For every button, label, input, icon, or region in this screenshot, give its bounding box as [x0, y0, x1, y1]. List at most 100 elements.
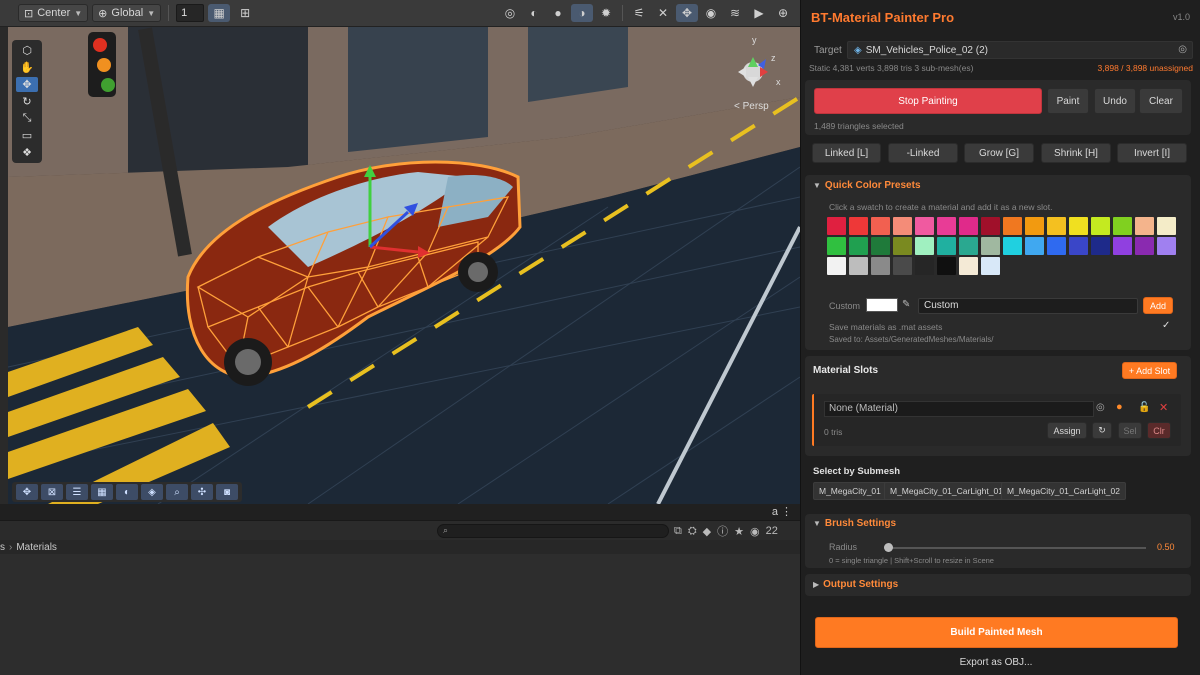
custom-name-input[interactable]: Custom	[918, 298, 1138, 314]
shading-icon[interactable]: ◐	[523, 4, 545, 22]
layers-icon[interactable]: ≋	[724, 4, 746, 22]
rotate-tool-icon[interactable]: ↻	[16, 94, 38, 109]
pivot-dropdown[interactable]: ⊡ Center ▼	[18, 4, 89, 22]
circle-icon[interactable]: ◐	[116, 484, 138, 500]
save-materials-checkbox[interactable]: ✓	[1162, 320, 1170, 331]
clr-button[interactable]: Clr	[1147, 422, 1171, 439]
color-swatch-4[interactable]	[915, 217, 934, 235]
export-obj-link[interactable]: Export as OBJ...	[800, 657, 1192, 668]
refresh-icon[interactable]: ↻	[1092, 422, 1112, 439]
camera-mode-label[interactable]: < Persp	[734, 101, 769, 112]
color-swatch-22[interactable]	[959, 237, 978, 255]
color-swatch-29[interactable]	[1113, 237, 1132, 255]
radius-slider[interactable]	[884, 543, 1146, 552]
color-swatch-37[interactable]	[937, 257, 956, 275]
color-swatch-34[interactable]	[871, 257, 890, 275]
draw-mode-icon[interactable]: ◎	[499, 4, 521, 22]
search-icon[interactable]: ⌕	[166, 484, 188, 500]
object-picker-icon[interactable]: ◎	[1096, 402, 1105, 413]
eyedropper-icon[interactable]: ✎	[902, 299, 910, 310]
color-swatch-30[interactable]	[1135, 237, 1154, 255]
remove-slot-icon[interactable]: ✕	[1159, 401, 1168, 414]
transform-tool-icon[interactable]: ❖	[16, 145, 38, 160]
color-swatch-8[interactable]	[1003, 217, 1022, 235]
color-swatch-7[interactable]	[981, 217, 1000, 235]
lock-icon[interactable]: 🔓	[1138, 402, 1150, 413]
hand-tool-icon[interactable]: ✋	[16, 60, 38, 75]
color-swatch-5[interactable]	[937, 217, 956, 235]
color-swatch-3[interactable]	[893, 217, 912, 235]
add-custom-button[interactable]: Add	[1143, 297, 1173, 314]
color-swatch-26[interactable]	[1047, 237, 1066, 255]
gizmos-icon[interactable]: ⊕	[772, 4, 794, 22]
color-swatch-39[interactable]	[981, 257, 1000, 275]
color-swatch-10[interactable]	[1047, 217, 1066, 235]
snap-value-field[interactable]: 1	[176, 4, 205, 22]
breadcrumb-current[interactable]: Materials	[16, 542, 57, 553]
color-swatch-31[interactable]	[1157, 237, 1176, 255]
view-cube-icon[interactable]: ⬡	[16, 43, 38, 58]
visibility-icon[interactable]: ◉	[750, 525, 760, 538]
audio-icon[interactable]: ⚟	[628, 4, 650, 22]
type-filter-icon[interactable]: ⛭	[688, 525, 697, 538]
color-swatch-1[interactable]	[849, 217, 868, 235]
output-settings-header[interactable]: ▶ Output Settings	[805, 579, 898, 590]
color-swatch-23[interactable]	[981, 237, 1000, 255]
submesh-chip-1[interactable]: M_MegaCity_01_CarLight_01	[884, 482, 1009, 500]
color-swatch-27[interactable]	[1069, 237, 1088, 255]
add-slot-button[interactable]: + Add Slot	[1122, 362, 1177, 379]
rect-tool-icon[interactable]: ▭	[16, 128, 38, 143]
paint-button[interactable]: Paint	[1047, 88, 1089, 114]
color-swatch-24[interactable]	[1003, 237, 1022, 255]
color-swatch-32[interactable]	[827, 257, 846, 275]
color-swatch-18[interactable]	[871, 237, 890, 255]
sel-button[interactable]: Sel	[1118, 422, 1142, 439]
color-swatch-17[interactable]	[849, 237, 868, 255]
object-picker-icon[interactable]: ◎	[1178, 44, 1187, 55]
color-swatch-11[interactable]	[1069, 217, 1088, 235]
scene-filter-icon[interactable]: ⧉	[674, 525, 682, 538]
color-swatch-33[interactable]	[849, 257, 868, 275]
breadcrumb-parent[interactable]: s	[0, 542, 5, 553]
assign-button[interactable]: Assign	[1047, 422, 1087, 439]
color-swatch-0[interactable]	[827, 217, 846, 235]
target-object-field[interactable]: ◈ SM_Vehicles_Police_02 (2) ◎	[847, 41, 1193, 59]
custom-color-field[interactable]	[866, 298, 898, 312]
project-search-input[interactable]: ⌕	[437, 524, 669, 538]
color-swatch-6[interactable]	[959, 217, 978, 235]
color-swatch-21[interactable]	[937, 237, 956, 255]
visibility-icon[interactable]: ◉	[700, 4, 722, 22]
color-swatch-38[interactable]	[959, 257, 978, 275]
scale-tool-icon[interactable]: ⤡	[16, 111, 38, 126]
color-swatch-20[interactable]	[915, 237, 934, 255]
surface-icon[interactable]: ◈	[141, 484, 163, 500]
clear-button[interactable]: Clear	[1139, 88, 1183, 114]
move-tool-icon[interactable]: ✥	[16, 77, 38, 92]
info-icon[interactable]: ⓘ	[717, 523, 728, 539]
effects-icon[interactable]: ✕	[652, 4, 674, 22]
grow-button[interactable]: Grow [G]	[964, 143, 1034, 163]
lock-menu-icon[interactable]: a ⋮	[772, 505, 792, 518]
space-dropdown[interactable]: ⊕ Global ▼	[92, 4, 162, 22]
color-swatch-25[interactable]	[1025, 237, 1044, 255]
move-icon[interactable]: ✥	[16, 484, 38, 500]
submesh-chip-0[interactable]: M_MegaCity_01	[813, 482, 887, 500]
camera-icon[interactable]: ▶	[748, 4, 770, 22]
linked-button[interactable]: Linked [L]	[812, 143, 881, 163]
stop-painting-button[interactable]: Stop Painting	[814, 88, 1042, 114]
favorite-icon[interactable]: ★	[734, 525, 744, 538]
scene-viewport[interactable]: y z x	[8, 27, 800, 504]
submesh-chip-2[interactable]: M_MegaCity_01_CarLight_02	[1001, 482, 1126, 500]
undo-button[interactable]: Undo	[1094, 88, 1136, 114]
color-swatch-9[interactable]	[1025, 217, 1044, 235]
build-painted-mesh-button[interactable]: Build Painted Mesh	[815, 617, 1178, 648]
color-swatch-28[interactable]	[1091, 237, 1110, 255]
increment-snap-icon[interactable]: ⊞	[234, 4, 256, 22]
grid-icon[interactable]: ▦	[91, 484, 113, 500]
color-dot-icon[interactable]: ●	[1116, 401, 1123, 413]
invert-button[interactable]: Invert [I]	[1117, 143, 1187, 163]
move-arrows-icon[interactable]: ✣	[191, 484, 213, 500]
color-swatch-13[interactable]	[1113, 217, 1132, 235]
color-swatch-15[interactable]	[1157, 217, 1176, 235]
color-swatch-12[interactable]	[1091, 217, 1110, 235]
